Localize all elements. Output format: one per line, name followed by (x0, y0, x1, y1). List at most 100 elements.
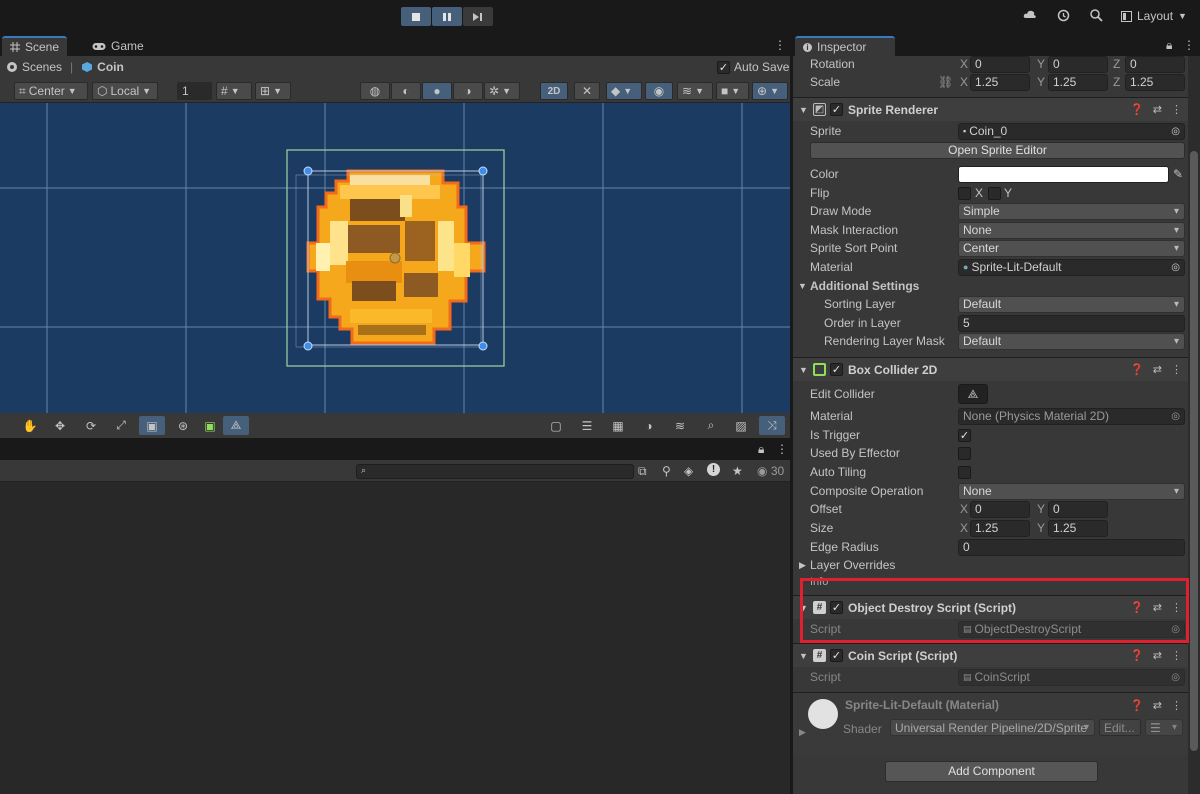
more-icon[interactable]: ⋮ (1171, 103, 1182, 116)
step-button[interactable] (463, 7, 493, 26)
additional-settings-foldout[interactable]: ▼ Additional Settings (793, 277, 1188, 295)
auto-tiling-checkbox[interactable] (958, 465, 971, 479)
breadcrumb-object[interactable]: Coin (97, 60, 124, 74)
transform-tool-button[interactable]: ⊛ (170, 416, 196, 435)
help-icon[interactable]: ❓ (1130, 103, 1144, 116)
more-icon[interactable]: ⋮ (1171, 363, 1182, 376)
search-icon[interactable] (1090, 9, 1103, 22)
visibility-count[interactable]: ◉ 30 (757, 464, 784, 478)
console-body[interactable] (0, 482, 790, 794)
foldout-arrow-icon[interactable]: ▼ (799, 365, 808, 375)
rotation-z-field[interactable]: 0 (1125, 56, 1185, 73)
rect-tool-button[interactable]: ▣ (139, 416, 165, 435)
help-icon[interactable]: ❓ (1130, 699, 1144, 712)
view-settings-button[interactable]: ☰ (574, 416, 600, 435)
box-collider-header[interactable]: ▼ ✓ Box Collider 2D ❓ ⇄ ⋮ (793, 357, 1188, 381)
rect-handle-br[interactable] (478, 341, 488, 351)
object-picker-icon[interactable]: ◎ (1171, 411, 1180, 422)
rotation-x-field[interactable]: 0 (970, 56, 1030, 73)
flip-y-checkbox[interactable] (988, 186, 1001, 200)
help-icon[interactable]: ❓ (1130, 363, 1144, 376)
preset-icon[interactable]: ⇄ (1153, 103, 1162, 116)
flip-x-checkbox[interactable] (958, 186, 971, 200)
pause-button[interactable] (432, 7, 462, 26)
draw-mode-dropdown[interactable]: Simple (958, 202, 1185, 220)
preset-icon[interactable]: ⇄ (1153, 363, 1162, 376)
filter-icon[interactable]: ⧉ (638, 464, 647, 479)
effector-checkbox[interactable] (958, 446, 971, 460)
visibility-toggle[interactable]: ◉ (645, 82, 673, 100)
star-icon[interactable]: ★ (732, 464, 743, 478)
shaded-button[interactable]: ● (422, 82, 452, 100)
size-x-field[interactable]: 1.25 (970, 519, 1030, 537)
scrollbar-thumb[interactable] (1190, 151, 1198, 751)
offset-x-field[interactable]: 0 (970, 500, 1030, 518)
coin-script-header[interactable]: ▼ # ✓ Coin Script (Script) ❓ ⇄ ⋮ (793, 643, 1188, 667)
box-collider-enabled-checkbox[interactable]: ✓ (830, 363, 843, 376)
order-field[interactable]: 5 (958, 314, 1185, 332)
gizmos-dropdown[interactable]: ⊕ ▼ (752, 82, 788, 100)
history-icon[interactable] (1057, 9, 1070, 22)
rect-handle-bl[interactable] (303, 341, 313, 351)
add-component-button[interactable]: Add Component (885, 761, 1098, 782)
tag-icon[interactable]: ◈ (684, 464, 693, 478)
shaded-wire-button[interactable]: ◐ (391, 82, 421, 100)
foldout-arrow-icon[interactable]: ▼ (798, 281, 807, 291)
foldout-arrow-icon[interactable]: ▶ (799, 560, 806, 571)
rect-handle-tr[interactable] (478, 166, 488, 176)
pivot-dropdown[interactable]: ⌗ Center ▼ (14, 82, 88, 100)
auto-save-toggle[interactable]: ✓ Auto Save (717, 60, 789, 74)
cloud-icon[interactable] (1023, 9, 1037, 19)
preset-icon[interactable]: ⇄ (1153, 699, 1162, 712)
sprite-renderer-header[interactable]: ▼ ◩ ✓ Sprite Renderer ❓ ⇄ ⋮ (793, 97, 1188, 121)
tab-game[interactable]: Game (84, 36, 152, 56)
lighting-toggle[interactable]: ✕ (574, 82, 600, 100)
rlm-dropdown[interactable]: Default (958, 332, 1185, 350)
hand-tool-button[interactable]: ✋ (17, 416, 43, 435)
camera-dropdown[interactable]: ■ ▼ (716, 82, 749, 100)
foldout-arrow-icon[interactable]: ▶ (799, 727, 806, 738)
scale-x-field[interactable]: 1.25 (970, 73, 1030, 91)
mask-dropdown[interactable]: None (958, 221, 1185, 239)
scene-viewport[interactable] (0, 103, 790, 413)
debug-draw-dropdown[interactable]: ✲ ▼ (484, 82, 520, 100)
rotate-tool-button[interactable]: ⟳ (78, 416, 104, 435)
more-icon[interactable]: ⋮ (776, 442, 788, 456)
layer-overrides-foldout[interactable]: ▶ Layer Overrides (793, 556, 1188, 574)
increment-snap-dropdown[interactable]: ⊞ ▼ (255, 82, 291, 100)
composite-dropdown[interactable]: None (958, 482, 1185, 500)
scale-z-field[interactable]: 1.25 (1125, 73, 1185, 91)
scale-y-field[interactable]: 1.25 (1048, 73, 1108, 91)
shading-view-button[interactable]: ◑ (636, 416, 662, 435)
warning-icon[interactable]: ! (707, 463, 720, 476)
inspector-scrollbar[interactable] (1188, 56, 1200, 794)
object-picker-icon[interactable]: ◎ (1171, 262, 1180, 273)
link-icon[interactable]: ⛓ (938, 75, 953, 89)
eyedropper-icon[interactable]: ✎ (1173, 167, 1183, 181)
scene-canvas[interactable] (0, 103, 790, 413)
material-field[interactable]: ● Sprite-Lit-Default ◎ (958, 258, 1185, 276)
sprite-renderer-enabled-checkbox[interactable]: ✓ (830, 103, 843, 116)
console-search-input[interactable]: ⌕ (356, 464, 634, 479)
edit-collider-button[interactable]: ⟁ (958, 384, 988, 404)
mode-2d-button[interactable]: 2D (540, 82, 568, 100)
more-icon[interactable]: ⋮ (774, 38, 786, 52)
play-button[interactable] (401, 7, 431, 26)
foldout-arrow-icon[interactable]: ▼ (799, 651, 808, 661)
picker-icon[interactable]: ⚲ (662, 464, 671, 478)
offset-y-field[interactable]: 0 (1048, 500, 1108, 518)
zoom-view-button[interactable]: ⌕ (698, 416, 724, 435)
rect-handle-tl[interactable] (303, 166, 313, 176)
layout-dropdown[interactable]: Layout ▼ (1121, 9, 1187, 23)
sort-point-dropdown[interactable]: Center (958, 239, 1185, 257)
space-dropdown[interactable]: ⬡ Local ▼ (92, 82, 158, 100)
color-swatch[interactable] (958, 165, 1169, 183)
grid-view-button[interactable]: ▦ (605, 416, 631, 435)
edge-radius-field[interactable]: 0 (958, 538, 1185, 556)
scale-tool-button[interactable]: ⤢ (108, 416, 134, 435)
wireframe-button[interactable]: ◍ (360, 82, 390, 100)
layers-dropdown[interactable]: ◆ ▼ (606, 82, 642, 100)
tab-scene[interactable]: Scene (2, 36, 68, 56)
sorting-dropdown[interactable]: ≋ ▼ (677, 82, 713, 100)
sorting-layer-dropdown[interactable]: Default (958, 295, 1185, 313)
